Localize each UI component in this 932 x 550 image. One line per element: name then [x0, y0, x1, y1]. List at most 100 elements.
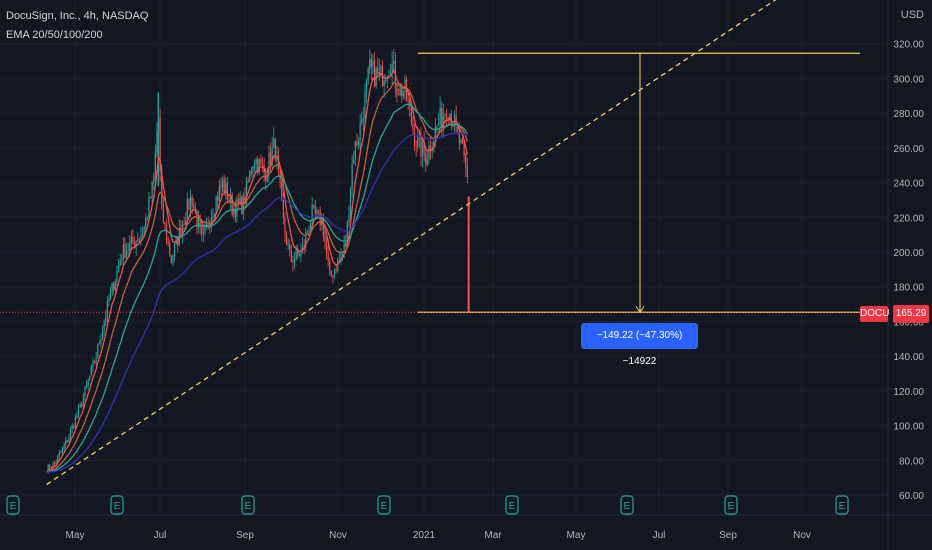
candle-body	[253, 164, 256, 167]
candle-body	[101, 330, 104, 340]
candle-body	[385, 80, 387, 82]
candle-body	[258, 159, 260, 173]
y-tick-label: 80.00	[899, 456, 924, 467]
candle-body	[58, 453, 60, 457]
y-tick-label: 280.00	[893, 109, 924, 120]
candle-body	[380, 66, 382, 73]
candle-body	[228, 199, 230, 202]
candle-body	[255, 158, 257, 165]
candle-body	[365, 80, 368, 92]
candle-body	[284, 217, 286, 234]
candle-body	[122, 244, 124, 260]
candle-body	[361, 119, 363, 124]
candle-body	[167, 241, 169, 244]
candle-body	[90, 366, 92, 376]
y-tick-label: 120.00	[893, 387, 924, 398]
candle-body	[79, 404, 81, 408]
candle-body	[362, 118, 364, 120]
candle-body	[132, 236, 134, 243]
candle-body	[183, 224, 185, 226]
candle-body	[466, 166, 468, 178]
y-tick-label: 220.00	[893, 213, 924, 224]
candle-body	[76, 415, 78, 418]
candle-body	[252, 166, 254, 174]
candle-body	[138, 238, 140, 242]
candle-body	[293, 259, 296, 264]
candle-body	[417, 136, 419, 147]
x-tick-label: May	[567, 530, 586, 541]
candle-body	[349, 189, 352, 216]
candle-body	[156, 130, 158, 153]
candle-body	[65, 440, 67, 445]
x-tick-label: Jul	[653, 530, 666, 541]
candle-body	[49, 465, 51, 469]
candle-body	[130, 236, 132, 243]
candle-body	[357, 140, 360, 146]
candle-body	[329, 261, 331, 271]
x-tick-label: May	[66, 530, 85, 541]
candle-body	[426, 159, 428, 165]
candle-body	[169, 243, 171, 256]
candle-body	[191, 196, 193, 207]
candle-body	[444, 113, 446, 115]
candle-body	[356, 141, 358, 146]
earnings-marker-label: E	[509, 501, 516, 512]
candle-body	[106, 300, 108, 318]
earnings-marker-label: E	[10, 501, 17, 512]
candle-body	[201, 226, 203, 234]
x-tick-label: Jul	[154, 530, 167, 541]
candle-body	[61, 447, 64, 452]
candle-body	[465, 154, 467, 167]
y-tick-label: 180.00	[893, 283, 924, 294]
candle-body	[397, 94, 400, 96]
x-tick-label: Sep	[236, 530, 254, 541]
indicator-legend[interactable]: EMA 20/50/100/200	[6, 29, 103, 42]
candle-body	[111, 283, 113, 292]
price-chart[interactable]: 60.0080.00100.00120.00140.00160.00180.00…	[0, 0, 932, 550]
candle-body	[282, 199, 284, 218]
candle-body	[452, 126, 454, 128]
candle-body	[325, 241, 328, 253]
candle-body	[402, 91, 404, 97]
candle-body	[437, 123, 440, 126]
candle-body	[148, 196, 150, 218]
candle-body	[146, 217, 148, 219]
candle-body	[69, 430, 72, 437]
candle-body	[317, 210, 320, 212]
candle-body	[98, 343, 100, 345]
candle-body	[85, 384, 88, 388]
candle-body	[226, 182, 228, 200]
y-tick-label: 260.00	[893, 144, 924, 155]
candle-body	[93, 361, 96, 363]
candle-body	[407, 98, 409, 101]
candle-body	[92, 361, 94, 367]
candle-body	[97, 344, 99, 358]
candle-body	[145, 217, 147, 228]
candle-body	[108, 299, 110, 301]
candle-body	[63, 444, 65, 448]
measure-label: −149.22 (−47.30%) −14922	[581, 323, 698, 367]
candle-body	[335, 269, 337, 272]
candle-body	[189, 196, 192, 210]
candle-body	[298, 254, 300, 257]
candle-body	[71, 425, 73, 431]
candle-body	[311, 204, 313, 222]
candle-body	[460, 139, 462, 144]
candle-body	[154, 152, 156, 178]
candle-body	[343, 243, 345, 252]
candle-body	[353, 159, 355, 164]
candle-body	[367, 68, 369, 81]
candle-body	[261, 163, 264, 166]
ticker-tag: DOCU	[860, 306, 889, 322]
candle-body	[461, 139, 464, 144]
candle-body	[369, 58, 371, 69]
candle-body	[87, 380, 89, 385]
y-tick-label: 200.00	[893, 248, 924, 259]
chart-background	[0, 0, 932, 550]
last-price-tag: 165.29	[893, 305, 929, 323]
candle-body	[324, 235, 326, 242]
candle-body	[260, 159, 262, 164]
y-tick-label: 300.00	[893, 74, 924, 85]
x-tick-label: Mar	[484, 530, 502, 541]
candle-body	[215, 197, 217, 214]
